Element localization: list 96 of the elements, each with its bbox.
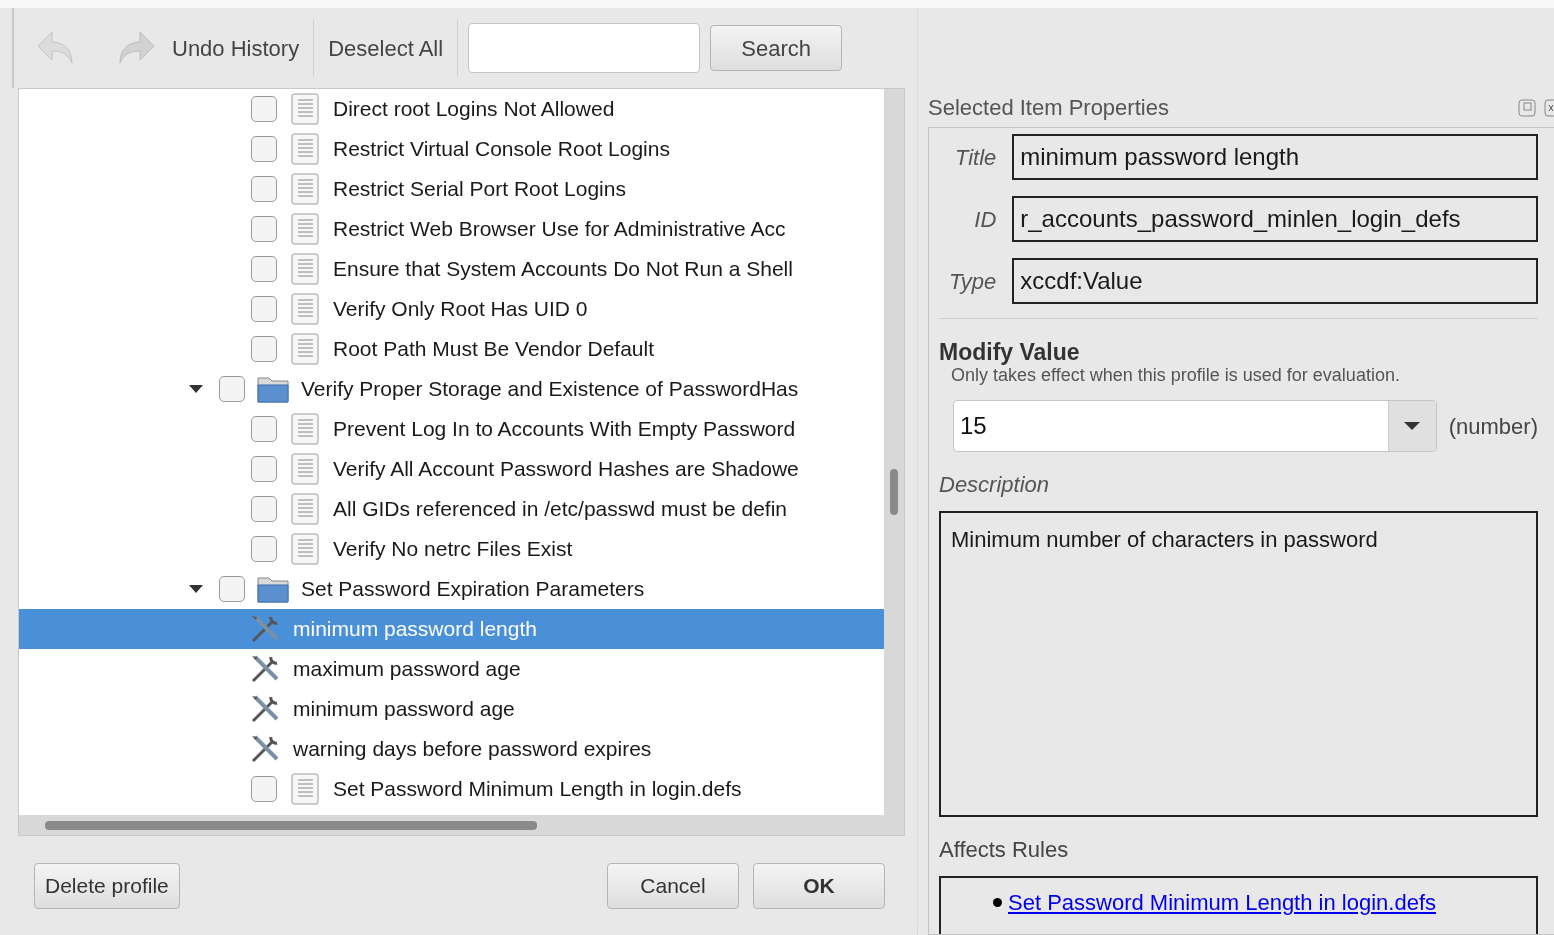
field-label: ID bbox=[973, 205, 997, 234]
description-box: Minimum number of characters in password bbox=[939, 511, 1538, 817]
tree-item-label: Verify All Account Password Hashes are Shadowe bbox=[333, 456, 799, 483]
document-icon bbox=[291, 773, 319, 805]
dropdown-icon[interactable] bbox=[1387, 401, 1436, 451]
tree-row[interactable]: minimum password age bbox=[19, 689, 884, 729]
folder-icon bbox=[257, 374, 289, 404]
tree-item-label: Set Password Expiration Parameters bbox=[301, 576, 645, 603]
property-field: r_accounts_password_minlen_login_defs bbox=[1012, 196, 1538, 242]
panel-title: Selected Item Properties bbox=[928, 94, 1170, 122]
checkbox[interactable] bbox=[219, 576, 245, 602]
document-icon bbox=[291, 133, 319, 165]
scrollbar-thumb[interactable] bbox=[45, 821, 537, 830]
tree-item-label: Restrict Virtual Console Root Logins bbox=[333, 136, 670, 163]
tree-row[interactable]: Restrict Serial Port Root Logins bbox=[19, 169, 884, 209]
tree-item-label: Root Path Must Be Vendor Default bbox=[333, 336, 655, 363]
checkbox[interactable] bbox=[251, 256, 277, 282]
tree-item-label: Set Password Minimum Length in login.defs bbox=[333, 776, 742, 803]
tree-row[interactable]: warning days before password expires bbox=[19, 729, 884, 769]
section-title: Affects Rules bbox=[939, 836, 1070, 864]
expander-icon[interactable] bbox=[189, 585, 203, 593]
checkbox[interactable] bbox=[219, 376, 245, 402]
undo-history-button[interactable]: Undo History bbox=[168, 31, 304, 65]
document-icon bbox=[291, 493, 319, 525]
checkbox[interactable] bbox=[251, 456, 277, 482]
search-button[interactable]: Search bbox=[710, 25, 843, 71]
search-field[interactable] bbox=[468, 23, 701, 73]
tree-item-label: minimum password length bbox=[293, 616, 537, 643]
property-field: xccdf:Value bbox=[1012, 258, 1538, 304]
tree-item-label: Verify No netrc Files Exist bbox=[333, 536, 573, 563]
section-title: Description bbox=[939, 471, 1051, 499]
field-label: Title bbox=[953, 143, 997, 172]
tree-row[interactable]: Verify Only Root Has UID 0 bbox=[19, 289, 884, 329]
document-icon bbox=[291, 533, 319, 565]
property-field: minimum password length bbox=[1012, 134, 1538, 180]
tree-row[interactable]: Restrict Virtual Console Root Logins bbox=[19, 129, 884, 169]
close-icon[interactable] bbox=[1544, 98, 1554, 117]
checkbox[interactable] bbox=[251, 336, 277, 362]
dialog-button[interactable]: Delete profile bbox=[34, 862, 180, 909]
document-icon bbox=[291, 253, 319, 285]
checkbox[interactable] bbox=[251, 176, 277, 202]
tree-item-label: Ensure that System Accounts Do Not Run a Shell bbox=[333, 256, 793, 283]
document-icon bbox=[291, 333, 319, 365]
scrollbar-thumb[interactable] bbox=[890, 469, 898, 515]
document-icon bbox=[291, 453, 319, 485]
tree-item-label: All GIDs referenced in /etc/passwd must be defin bbox=[333, 496, 788, 523]
tree-row[interactable]: Set Password Minimum Length in login.defs bbox=[19, 769, 884, 809]
checkbox[interactable] bbox=[251, 136, 277, 162]
field-label: Type bbox=[948, 267, 997, 296]
checkbox[interactable] bbox=[251, 496, 277, 522]
tools-icon bbox=[249, 693, 281, 725]
document-icon bbox=[291, 93, 319, 125]
document-icon bbox=[291, 413, 319, 445]
tree-row[interactable]: All GIDs referenced in /etc/passwd must be defin bbox=[19, 489, 884, 529]
tree-row[interactable]: Root Path Must Be Vendor Default bbox=[19, 329, 884, 369]
value-type: (number) bbox=[1448, 412, 1538, 441]
checkbox[interactable] bbox=[251, 536, 277, 562]
tree-item-label: Verify Proper Storage and Existence of PasswordHas bbox=[301, 376, 799, 403]
folder-icon bbox=[257, 574, 289, 604]
tree-row[interactable]: Ensure that System Accounts Do Not Run a Shell bbox=[19, 249, 884, 289]
tree-row[interactable]: Restrict Web Browser Use for Administrative Acc bbox=[19, 209, 884, 249]
expander-icon[interactable] bbox=[189, 385, 203, 393]
checkbox[interactable] bbox=[251, 96, 277, 122]
tree-item-label: Restrict Web Browser Use for Administrative Acc bbox=[333, 216, 786, 243]
tree-row[interactable]: Verify All Account Password Hashes are Shadowe bbox=[19, 449, 884, 489]
tree-row[interactable]: maximum password age bbox=[19, 649, 884, 689]
document-icon bbox=[291, 293, 319, 325]
tree-item-label: Prevent Log In to Accounts With Empty Password bbox=[333, 416, 796, 443]
dialog-button[interactable]: Cancel bbox=[607, 862, 739, 909]
tree-row[interactable]: Prevent Log In to Accounts With Empty Password bbox=[19, 409, 884, 449]
tree-row[interactable]: Verify Proper Storage and Existence of PasswordHas bbox=[19, 369, 884, 409]
tree-row[interactable]: Verify No netrc Files Exist bbox=[19, 529, 884, 569]
tree-item-label: minimum password age bbox=[293, 696, 515, 723]
tree-item-label: Verify Only Root Has UID 0 bbox=[333, 296, 588, 323]
checkbox[interactable] bbox=[251, 776, 277, 802]
section-title: Modify Value bbox=[939, 341, 1081, 364]
value-combo-box[interactable]: 15 bbox=[953, 400, 1437, 452]
hint-text: Only takes effect when this profile is used for evaluation. bbox=[950, 366, 1401, 384]
tools-icon bbox=[249, 613, 281, 645]
restore-icon[interactable] bbox=[1518, 98, 1536, 117]
tree-row[interactable]: Set Password Expiration Parameters bbox=[19, 569, 884, 609]
tree-item-label: Restrict Serial Port Root Logins bbox=[333, 176, 626, 203]
checkbox[interactable] bbox=[251, 416, 277, 442]
tree-row[interactable]: Direct root Logins Not Allowed bbox=[19, 89, 884, 129]
document-icon bbox=[291, 173, 319, 205]
checkbox[interactable] bbox=[251, 216, 277, 242]
document-icon bbox=[291, 213, 319, 245]
checkbox[interactable] bbox=[251, 296, 277, 322]
tree-item-label: maximum password age bbox=[293, 656, 521, 683]
deselect-all-button[interactable]: Deselect All bbox=[324, 31, 448, 65]
tools-icon bbox=[249, 653, 281, 685]
tree-item-label: warning days before password expires bbox=[293, 736, 652, 763]
tools-icon bbox=[249, 733, 281, 765]
bullet-icon bbox=[993, 898, 1002, 907]
dialog-button[interactable]: OK bbox=[753, 862, 885, 909]
tree-item-label: Direct root Logins Not Allowed bbox=[333, 96, 615, 123]
